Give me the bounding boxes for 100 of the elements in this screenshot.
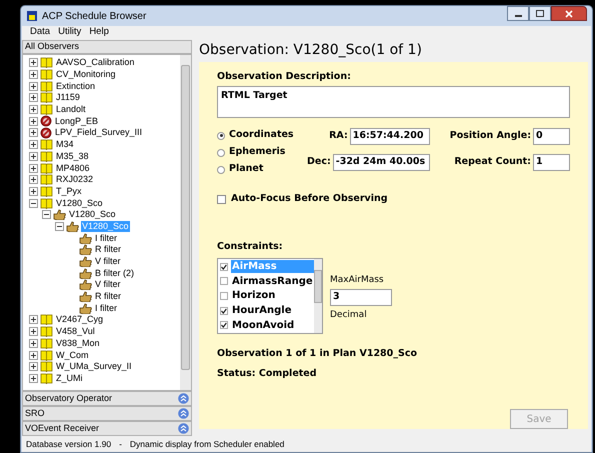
minimize-button[interactable] [507,6,529,21]
expand-toggle[interactable] [29,175,38,184]
checkbox[interactable] [220,306,228,315]
collapse-toggle[interactable] [55,222,64,231]
expand-toggle[interactable] [29,374,38,383]
panel-header[interactable]: All Observers [22,40,192,54]
collapse-toggle[interactable] [42,210,51,220]
accordion-bar[interactable]: SRO [22,406,192,421]
tree-item[interactable]: LongP_EB [54,116,100,127]
tree-item[interactable]: MP4806 [55,162,91,174]
dec-label: Dec: [307,155,331,170]
list-item[interactable]: Horizon [231,289,314,302]
tree-item[interactable]: R filter [94,244,122,256]
tree-item[interactable]: CV_Monitoring [55,69,117,80]
tree-item[interactable]: AAVSO_Calibration [55,57,136,68]
accordion-bar[interactable]: VOEvent Receiver [22,421,192,436]
tree-item[interactable]: Landolt [55,104,87,116]
expand-toggle[interactable] [29,82,38,91]
radio-button[interactable] [217,148,225,156]
expand-toggle[interactable] [29,350,38,360]
book-icon [40,104,53,116]
expand-toggle[interactable] [29,164,38,173]
collapse-toggle[interactable] [29,198,38,208]
tree-item[interactable]: T_Pyx [55,186,83,197]
tree-item[interactable]: J1159 [55,92,81,104]
expand-toggle[interactable] [29,362,38,372]
repeat-count-field[interactable]: 1 [533,154,570,171]
collapse-icon[interactable] [178,408,189,419]
tree-item[interactable]: W_Com [55,350,90,361]
tree-item[interactable]: I filter [94,232,118,244]
app-icon [26,10,38,22]
expand-toggle[interactable] [29,116,38,126]
expand-toggle[interactable] [29,315,38,324]
tree-item[interactable]: M35_38 [55,150,90,162]
expand-toggle[interactable] [29,70,38,80]
expand-toggle[interactable] [29,140,38,150]
description-field[interactable]: RTML Target [217,86,570,118]
hand-icon [79,291,92,302]
tree-item[interactable]: V838_Mon [55,338,101,349]
tree-item[interactable]: V filter [94,256,122,268]
collapse-icon[interactable] [178,423,189,434]
checkbox[interactable] [220,321,228,330]
scrollbar[interactable] [180,55,191,390]
book-icon [40,174,53,186]
plan-info: Observation 1 of 1 in Plan V1280_Sco [217,346,418,360]
accordion-bar[interactable]: Observatory Operator [22,391,192,406]
hand-icon [79,302,92,314]
tree-item[interactable]: Z_UMi [55,372,84,384]
collapse-icon[interactable] [178,393,189,404]
tree-item[interactable]: V1280_Sco [55,198,104,209]
list-item[interactable]: AirmassRange [231,274,314,288]
tree-item[interactable]: I filter [94,302,118,314]
close-button[interactable] [551,6,587,21]
tree-item[interactable]: B filter (2) [94,268,136,279]
book-icon [40,350,53,361]
book-icon [40,326,53,338]
checkbox[interactable] [220,277,228,286]
scrollbar[interactable] [314,258,322,332]
checkbox[interactable] [220,292,228,300]
position-angle-field[interactable]: 0 [533,128,570,145]
tree-item[interactable]: V filter [94,279,122,290]
ra-field[interactable]: 16:57:44.200 [350,128,430,145]
expand-toggle[interactable] [29,338,38,348]
expand-toggle[interactable] [29,327,38,336]
tree-item[interactable]: RXJ0232 [55,174,94,186]
tree-item[interactable]: V458_Vul [55,326,96,338]
tree-item[interactable]: V2467_Cyg [55,314,104,326]
maximize-icon [536,10,544,17]
tree-item[interactable]: V1280_Sco [68,209,117,220]
tree-item[interactable]: Extinction [55,80,96,92]
expand-toggle[interactable] [29,58,38,68]
menu-item[interactable]: Utility [58,24,82,40]
expand-toggle[interactable] [29,128,38,138]
tree-item[interactable]: R filter [94,291,122,302]
expand-toggle[interactable] [29,152,38,161]
radio-button[interactable] [217,132,225,140]
book-icon [40,69,53,80]
checkbox[interactable] [220,262,228,271]
menu-item[interactable]: Data [30,24,50,40]
position-angle-label: Position Angle: [450,129,531,144]
parameter-field[interactable]: 3 [330,289,392,306]
checkbox[interactable] [217,194,226,204]
book-icon [40,80,53,92]
dec-field[interactable]: -32d 24m 40.00s [332,154,430,171]
list-item[interactable]: MoonAvoid [231,318,314,332]
radio-button[interactable] [217,166,225,174]
hand-icon [79,268,92,279]
book-icon [40,57,53,68]
expand-toggle[interactable] [29,93,38,102]
maximize-button[interactable] [529,6,551,21]
book-icon [40,338,53,349]
menu-item[interactable]: Help [89,24,109,40]
parameter-type: Decimal [330,309,368,322]
radio-label: Planet [229,162,264,176]
tree-item[interactable]: LPV_Field_Survey_III [54,127,144,138]
list-item[interactable]: HourAngle [231,304,314,318]
tree-item[interactable]: W_UMa_Survey_II [55,361,133,372]
expand-toggle[interactable] [29,105,38,114]
tree-item[interactable]: M34 [55,139,75,150]
expand-toggle[interactable] [29,186,38,196]
